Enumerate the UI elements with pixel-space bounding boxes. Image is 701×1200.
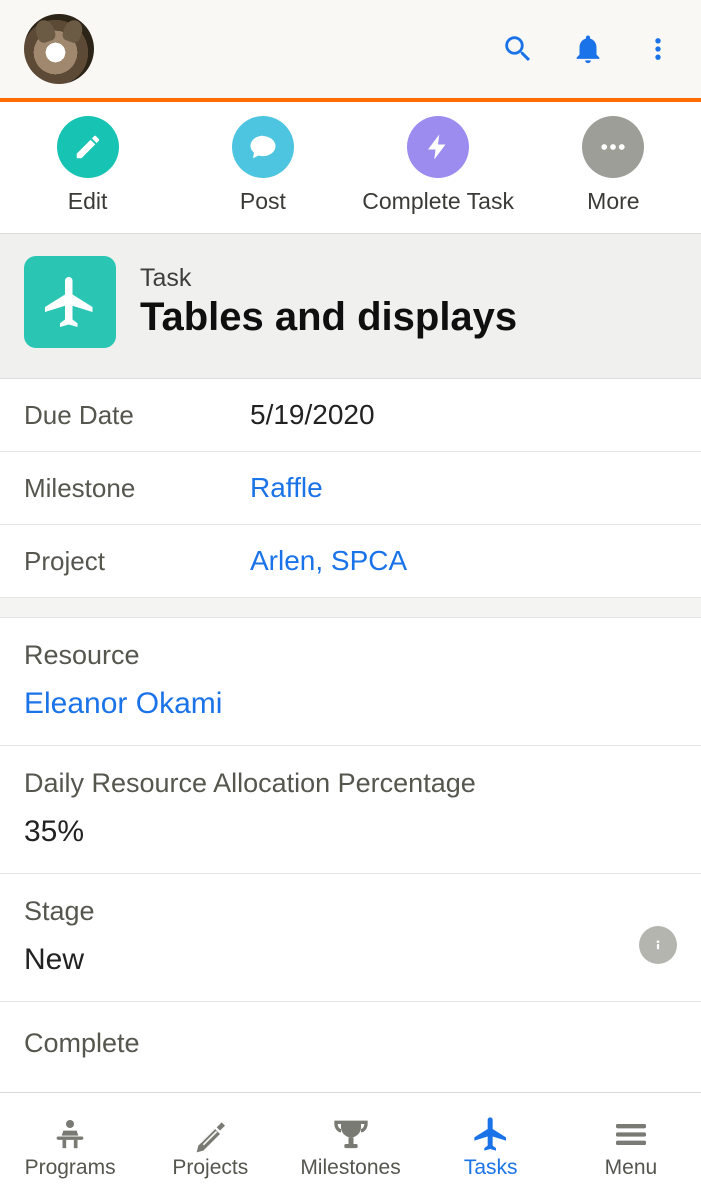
stage-label: Stage	[24, 896, 639, 927]
project-link[interactable]: Arlen, SPCA	[250, 545, 407, 577]
nav-tasks-label: Tasks	[464, 1156, 518, 1180]
resource-link[interactable]: Eleanor Okami	[24, 687, 677, 721]
due-date-label: Due Date	[24, 400, 250, 431]
post-label: Post	[240, 188, 286, 215]
edit-action[interactable]: Edit	[0, 116, 175, 215]
allocation-label: Daily Resource Allocation Percentage	[24, 768, 677, 799]
vertical-dots-icon	[644, 35, 672, 63]
more-action[interactable]: More	[526, 116, 701, 215]
programs-icon	[47, 1114, 93, 1154]
nav-programs-label: Programs	[25, 1156, 116, 1180]
field-resource: Resource Eleanor Okami	[0, 618, 701, 746]
record-icon-badge	[24, 256, 116, 348]
bolt-icon	[423, 132, 453, 162]
project-label: Project	[24, 546, 250, 577]
section-gap	[0, 598, 701, 618]
milestone-link[interactable]: Raffle	[250, 472, 323, 504]
resource-label: Resource	[24, 640, 677, 671]
search-icon	[501, 32, 535, 66]
nav-milestones-label: Milestones	[300, 1156, 400, 1180]
stage-info-button[interactable]	[639, 926, 677, 964]
avatar[interactable]	[24, 14, 94, 84]
complete-task-action[interactable]: Complete Task	[351, 116, 526, 215]
complete-label: Complete	[24, 1028, 140, 1058]
more-button[interactable]	[582, 116, 644, 178]
field-stage: Stage New	[0, 874, 701, 1002]
pencil-icon	[73, 132, 103, 162]
chat-icon	[248, 132, 278, 162]
stage-value: New	[24, 943, 639, 977]
action-row: Edit Post Complete Task More	[0, 102, 701, 234]
search-button[interactable]	[483, 32, 553, 66]
allocation-value: 35%	[24, 815, 677, 849]
horizontal-dots-icon	[598, 132, 628, 162]
record-title: Tables and displays	[140, 295, 517, 340]
trophy-icon	[328, 1114, 374, 1154]
bottom-nav: Programs Projects Milestones Tasks Menu	[0, 1092, 701, 1200]
record-type-label: Task	[140, 264, 517, 293]
nav-menu-label: Menu	[605, 1156, 658, 1180]
info-icon	[650, 937, 666, 953]
nav-projects-label: Projects	[172, 1156, 248, 1180]
record-header-text: Task Tables and displays	[140, 264, 517, 340]
more-label: More	[587, 188, 639, 215]
post-button[interactable]	[232, 116, 294, 178]
complete-label: Complete Task	[362, 188, 514, 215]
record-header: Task Tables and displays	[0, 234, 701, 379]
bell-icon	[571, 32, 605, 66]
field-allocation: Daily Resource Allocation Percentage 35%	[0, 746, 701, 874]
field-project: Project Arlen, SPCA	[0, 525, 701, 598]
nav-tasks[interactable]: Tasks	[421, 1093, 561, 1200]
complete-button[interactable]	[407, 116, 469, 178]
field-complete: Complete	[0, 1002, 701, 1059]
post-action[interactable]: Post	[175, 116, 350, 215]
field-milestone: Milestone Raffle	[0, 452, 701, 525]
airplane-icon	[40, 272, 100, 332]
nav-milestones[interactable]: Milestones	[280, 1093, 420, 1200]
edit-label: Edit	[68, 188, 108, 215]
hamburger-icon	[608, 1114, 654, 1154]
nav-menu[interactable]: Menu	[561, 1093, 701, 1200]
app-header	[0, 0, 701, 98]
milestone-label: Milestone	[24, 473, 250, 504]
nav-programs[interactable]: Programs	[0, 1093, 140, 1200]
overflow-button[interactable]	[623, 35, 693, 63]
notifications-button[interactable]	[553, 32, 623, 66]
field-due-date: Due Date 5/19/2020	[0, 379, 701, 452]
due-date-value: 5/19/2020	[250, 399, 375, 431]
edit-button[interactable]	[57, 116, 119, 178]
nav-projects[interactable]: Projects	[140, 1093, 280, 1200]
projects-icon	[187, 1114, 233, 1154]
airplane-icon	[468, 1114, 514, 1154]
